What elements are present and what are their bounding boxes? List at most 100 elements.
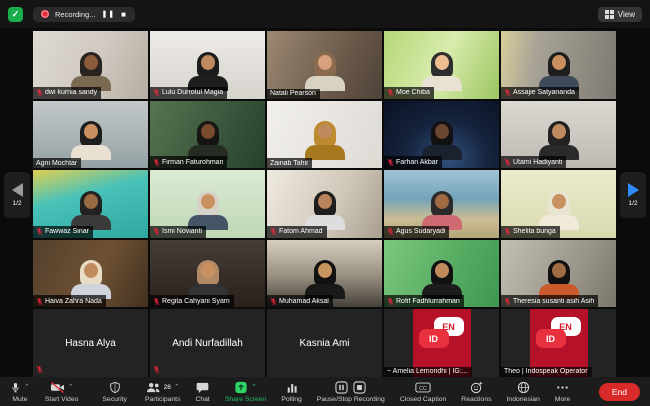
top-bar: ✓ Recording... ❚❚ ■ View: [0, 0, 650, 28]
share-options-chevron[interactable]: ⌃: [251, 384, 257, 391]
participant-name-label: Theresia susanti asih Asih: [501, 295, 598, 307]
end-meeting-button[interactable]: End: [599, 383, 640, 401]
more-button[interactable]: More: [555, 381, 571, 403]
muted-mic-icon: [36, 297, 43, 306]
participant-silhouette: [185, 194, 231, 230]
smiley-reactions-icon: [470, 381, 483, 394]
microphone-icon: [10, 381, 21, 394]
chevron-right-icon: [628, 183, 639, 197]
participant-name: Fawwaz Sinar: [45, 228, 89, 235]
interpretation-language-button[interactable]: Indonesian: [507, 381, 540, 403]
participant-name-label: Muhamad Aksal: [267, 295, 333, 307]
recording-dot-icon: [41, 10, 49, 18]
reactions-button[interactable]: Reactions: [461, 381, 491, 403]
participant-tile[interactable]: Zainab Tahir: [267, 101, 382, 169]
participant-tile[interactable]: Andi Nurfadillah: [150, 309, 265, 377]
participant-name: Rofif Fadhlurrahman: [396, 298, 460, 305]
mute-button[interactable]: ⌃ Mute: [10, 381, 30, 403]
muted-mic-icon: [153, 158, 160, 167]
participant-silhouette: [419, 55, 465, 91]
participant-tile[interactable]: Rofif Fadhlurrahman: [384, 240, 499, 308]
muted-mic-icon: [36, 365, 43, 374]
muted-mic-icon: [36, 88, 43, 97]
participant-name: Shelita bunga: [513, 228, 556, 235]
participant-tile[interactable]: Agni Mochtar: [33, 101, 148, 169]
participant-silhouette: [185, 263, 231, 299]
participant-name: Natali Pearson: [270, 90, 316, 97]
zoom-meeting-window: ✓ Recording... ❚❚ ■ View dwi kurnia sand…: [0, 0, 650, 406]
participant-tile[interactable]: Theresia susanti asih Asih: [501, 240, 616, 308]
muted-mic-icon: [504, 297, 511, 306]
id-language-bubble: ID: [419, 329, 449, 348]
pause-recording-button[interactable]: ❚❚: [101, 10, 115, 18]
security-button[interactable]: Security: [102, 381, 127, 403]
chat-button[interactable]: Chat: [195, 381, 209, 403]
participant-name-label: Rofif Fadhlurrahman: [384, 295, 464, 307]
participant-tile[interactable]: Utami Hadiyanti: [501, 101, 616, 169]
participant-name: Andi Nurfadillah: [150, 309, 265, 377]
muted-mic-icon: [387, 297, 394, 306]
muted-mic-icon: [504, 158, 511, 167]
video-options-chevron[interactable]: ⌃: [68, 384, 74, 391]
participant-silhouette: [536, 263, 582, 299]
participant-silhouette: [302, 55, 348, 91]
participant-tile[interactable]: Regita Cahyani Syam: [150, 240, 265, 308]
meeting-toolbar: ⌃ Mute ⌃ Start Video Security 28 ⌃ Parti…: [0, 377, 650, 406]
participant-tile[interactable]: Shelita bunga: [501, 170, 616, 238]
participant-tile[interactable]: Hasna Alya: [33, 309, 148, 377]
security-verified-icon: ✓: [8, 7, 23, 22]
participant-tile[interactable]: Muhamad Aksal: [267, 240, 382, 308]
participant-tile[interactable]: Moe Chiba: [384, 31, 499, 99]
share-screen-button[interactable]: ⌃ Share Screen: [225, 381, 267, 403]
mute-options-chevron[interactable]: ⌃: [24, 384, 30, 391]
view-button[interactable]: View: [598, 7, 642, 22]
participant-name-label: Moe Chiba: [384, 87, 434, 99]
participant-tile[interactable]: Firman Faturohman: [150, 101, 265, 169]
participant-tile[interactable]: Fatom Ahmad: [267, 170, 382, 238]
participant-name-label: Regita Cahyani Syam: [150, 295, 234, 307]
svg-text:CC: CC: [419, 386, 427, 392]
muted-mic-icon: [153, 297, 160, 306]
participant-tile[interactable]: Haiva Zahra Nada: [33, 240, 148, 308]
participant-tile[interactable]: Lulu Durrotul Magia: [150, 31, 265, 99]
participant-silhouette: [536, 55, 582, 91]
muted-mic-icon: [504, 227, 511, 236]
participant-tile[interactable]: Assajie Satyananda: [501, 31, 616, 99]
stop-recording-button[interactable]: ■: [121, 10, 127, 19]
previous-page-button[interactable]: 1/2: [4, 172, 30, 218]
polling-button[interactable]: Polling: [281, 381, 301, 403]
stop-recording-icon: [353, 381, 366, 394]
participant-tile[interactable]: dwi kurnia sandy: [33, 31, 148, 99]
participant-name: Agni Mochtar: [36, 160, 77, 167]
participant-silhouette: [536, 194, 582, 230]
participant-silhouette: [185, 55, 231, 91]
participant-tile[interactable]: Fawwaz Sinar: [33, 170, 148, 238]
participants-options-chevron[interactable]: ⌃: [174, 384, 180, 391]
participant-name-label: Lulu Durrotul Magia: [150, 87, 227, 99]
participant-tile[interactable]: ENIDTheo | Indospeak Operator: [501, 309, 616, 377]
participant-name: Firman Faturohman: [162, 159, 223, 166]
pause-stop-recording-button[interactable]: Pause/Stop Recording: [317, 381, 385, 403]
closed-caption-icon: CC: [415, 381, 431, 394]
participant-name: Haiva Zahra Nada: [45, 298, 102, 305]
participant-tile[interactable]: Ismi Novianti: [150, 170, 265, 238]
participant-tile[interactable]: Agus Sudaryadi: [384, 170, 499, 238]
closed-caption-button[interactable]: CC Closed Caption: [400, 381, 446, 403]
participant-tile[interactable]: Farhan Akbar: [384, 101, 499, 169]
next-page-button[interactable]: 1/2: [620, 172, 646, 218]
participant-silhouette: [68, 194, 114, 230]
participant-name-label: Fawwaz Sinar: [33, 226, 93, 238]
participants-icon: [146, 381, 161, 394]
participant-name-label: Farhan Akbar: [384, 156, 442, 168]
muted-mic-icon: [387, 88, 394, 97]
participants-button[interactable]: 28 ⌃ Participants: [145, 381, 181, 403]
shield-icon: [109, 381, 121, 394]
participant-name: Utami Hadiyanti: [513, 159, 562, 166]
start-video-button[interactable]: ⌃ Start Video: [45, 381, 79, 403]
participant-silhouette: [536, 124, 582, 160]
participant-tile[interactable]: Natali Pearson: [267, 31, 382, 99]
muted-mic-icon: [153, 365, 160, 374]
participant-name-label: Zainab Tahir: [267, 158, 312, 168]
participant-tile[interactable]: Kasnia Ami: [267, 309, 382, 377]
participant-tile[interactable]: ENID~ Amelia Lemondhi | IG:...: [384, 309, 499, 377]
